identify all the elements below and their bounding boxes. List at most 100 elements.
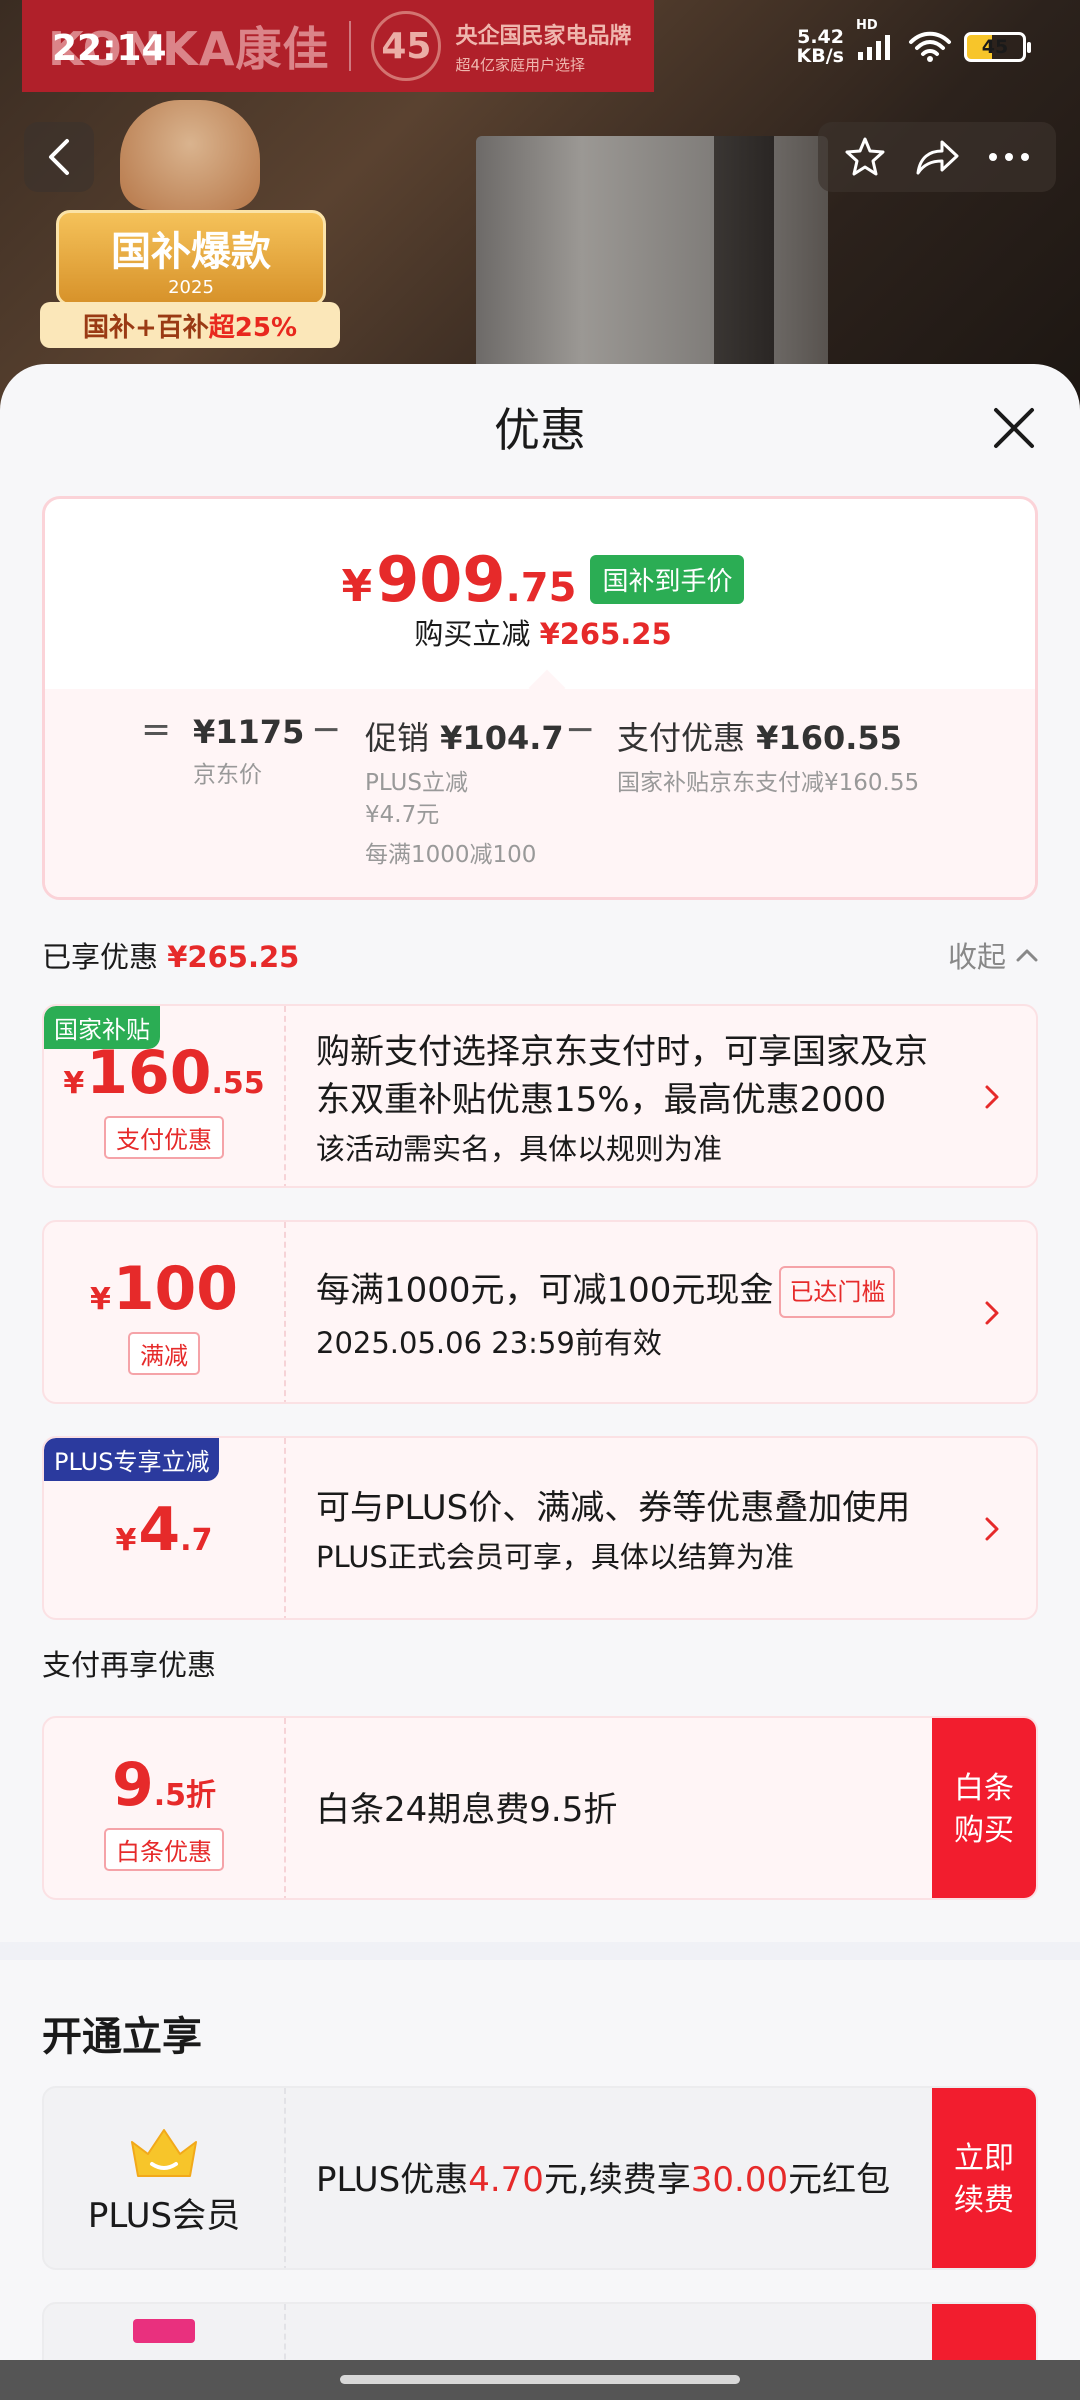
pay-label: 支付优惠 [617,719,746,757]
baitiao-decimal: .5折 [153,1777,217,1813]
coupon-decimal: .7 [180,1523,213,1558]
star-icon[interactable] [843,135,887,179]
coupon-corner-tag: PLUS专享立减 [44,1438,220,1481]
coupon-body: 购新支付选择京东支付时，可享国家及京东双重补贴优惠15%，最高优惠2000 该活… [316,1006,956,1186]
pay-sub-label: 国家补贴京东支付减¥160.55 [617,770,920,796]
coupon-national-subsidy[interactable]: ¥ 160 .55 支付优惠 国家补贴 购新支付选择京东支付时，可享国家及京东双… [42,1004,1038,1188]
baitiao-integer: 9 [111,1749,154,1820]
price-breakdown: = ¥1175 京东价 − 促销 ¥104.7 PLUS立减 ¥4.7元 每满1… [45,689,1035,897]
coupon-subtitle: PLUS正式会员可享，具体以结算为准 [316,1540,794,1574]
collapse-button[interactable]: 收起 [948,934,1038,976]
battery-level: 45 [981,36,1009,58]
share-icon[interactable] [914,137,960,177]
network-speed-unit: KB/s [796,45,844,67]
enjoyed-label: 已享优惠 [42,940,159,974]
sticker-title: 国补爆款 [111,228,271,275]
plus-amount-a: 4.70 [468,2160,544,2200]
minus-sign: − [565,709,596,750]
sticker-ribbon: 国补+百补 超25% [40,302,340,348]
threshold-reached-badge: 已达门槛 [779,1266,896,1318]
status-bar: 22:14 5.42 KB/s HD 45 [0,0,1080,100]
ribbon-prefix: 国补+百补 [82,312,209,343]
chevron-left-icon [49,139,69,175]
back-button[interactable] [24,122,94,192]
sticker-year: 2025 [168,276,214,298]
final-price: ¥ 909 .75 国补到手价 [45,543,1035,616]
coupon-subtitle: 2025.05.06 23:59前有效 [316,1326,662,1360]
enjoyed-discount: 已享优惠 ¥265.25 [42,934,299,976]
purchase-discount: 购买立减 ¥265.25 [45,611,1035,653]
coupon-body: 可与PLUS价、满减、券等优惠叠加使用 PLUS正式会员可享，具体以结算为准 [316,1438,956,1618]
next-offer-button[interactable] [932,2304,1036,2364]
coupon-title: 每满1000元，可减100元现金 [316,1270,774,1311]
ribbon-highlight: 超25% [208,312,298,343]
baitiao-title: 白条24期息费9.5折 [316,1790,618,1830]
sticker-badge: 国补爆款 2025 [56,210,326,306]
next-offer-card [42,2302,1038,2364]
baitiao-amount-panel: 9 .5折 白条优惠 [44,1718,286,1898]
sheet-title: 优惠 [494,403,586,457]
more-icon[interactable] [987,151,1031,163]
promo-line: 促销 ¥104.7 [365,713,564,759]
baitiao-body: 白条24期息费9.5折 [316,1718,906,1898]
plus-member-panel: PLUS会员 [44,2088,286,2268]
top-action-group [818,122,1056,192]
signal-icon [858,35,890,60]
enjoyed-amount: ¥265.25 [167,940,300,974]
coupon-full-reduction[interactable]: ¥ 100 满减 每满1000元，可减100元现金 已达门槛 2025.05.06… [42,1220,1038,1404]
coupon-currency: ¥ [115,1523,137,1558]
plus-text-a: PLUS优惠 [316,2160,469,2200]
purchase-discount-amount: ¥265.25 [539,617,672,651]
crown-icon [131,2128,197,2177]
plus-member-label: PLUS会员 [87,2195,241,2236]
baitiao-offer: 9 .5折 白条优惠 白条24期息费9.5折 白条购买 [42,1716,1038,1900]
equals-sign: = [141,709,172,750]
coupon-body: 每满1000元，可减100元现金 已达门槛 2025.05.06 23:59前有效 [316,1222,956,1402]
breakdown-base: ¥1175 京东价 [193,713,304,791]
promo-value: ¥104.7 [440,719,564,757]
price-summary: ¥ 909 .75 国补到手价 购买立减 ¥265.25 = ¥1175 京东价… [42,496,1038,900]
breakdown-payment: 支付优惠 ¥160.55 国家补贴京东支付减¥160.55 [617,713,919,799]
open-section-title: 开通立享 [42,2014,202,2060]
battery-indicator: 45 [964,32,1031,62]
status-time: 22:14 [52,28,167,69]
coupon-plus-discount[interactable]: ¥ 4 .7 PLUS专享立减 可与PLUS价、满减、券等优惠叠加使用 PLUS… [42,1436,1038,1620]
pay-value: ¥160.55 [756,719,902,757]
final-price-integer: 909 [376,543,506,616]
plus-member-card: PLUS会员 PLUS优惠4.70元,续费享30.00元红包 立即续费 [42,2086,1038,2270]
mascot-image [120,100,260,210]
hd-signal: HD [856,18,896,62]
baitiao-buy-button[interactable]: 白条购买 [932,1718,1036,1898]
next-offer-icon [133,2319,195,2343]
gesture-bar [0,2360,1080,2400]
coupon-title-line: 每满1000元，可减100元现金 已达门槛 [316,1266,956,1318]
coupon-corner-tag: 国家补贴 [44,1006,160,1049]
final-price-currency: ¥ [341,561,373,612]
home-indicator[interactable] [340,2375,740,2384]
promo-plus-amount: ¥4.7元 [365,802,440,828]
network-speed: 5.42 KB/s [797,28,844,66]
coupon-integer: 100 [112,1253,239,1324]
base-price-label: 京东价 [193,762,262,788]
plus-member-text: PLUS优惠4.70元,续费享30.00元红包 [316,2156,890,2204]
pay-section-label: 支付再享优惠 [42,1648,217,1682]
chevron-up-icon [1016,949,1038,962]
coupon-title: 购新支付选择京东支付时，可享国家及京东双重补贴优惠15%，最高优惠2000 [316,1032,928,1120]
next-offer-panel [44,2304,286,2364]
coupon-decimal: .55 [211,1065,265,1101]
purchase-discount-label: 购买立减 [414,617,531,651]
coupon-title: 可与PLUS价、满减、券等优惠叠加使用 [316,1488,911,1528]
close-icon[interactable] [990,404,1038,452]
chevron-right-icon [985,1085,999,1109]
status-icons: 5.42 KB/s HD 45 [797,18,1031,66]
promo-threshold: 每满1000减100 [365,842,537,868]
chevron-right-icon [985,1517,999,1541]
hd-label: HD [856,18,878,33]
baitiao-kind: 白条优惠 [104,1827,224,1871]
coupon-amount: ¥ 4 .7 [116,1495,213,1565]
renew-button[interactable]: 立即续费 [932,2088,1036,2268]
promo-label: 促销 [365,719,430,757]
plus-text-b: 元,续费享 [543,2160,691,2200]
coupon-amount-panel: ¥ 100 满减 [44,1222,286,1402]
wifi-icon [909,31,951,62]
